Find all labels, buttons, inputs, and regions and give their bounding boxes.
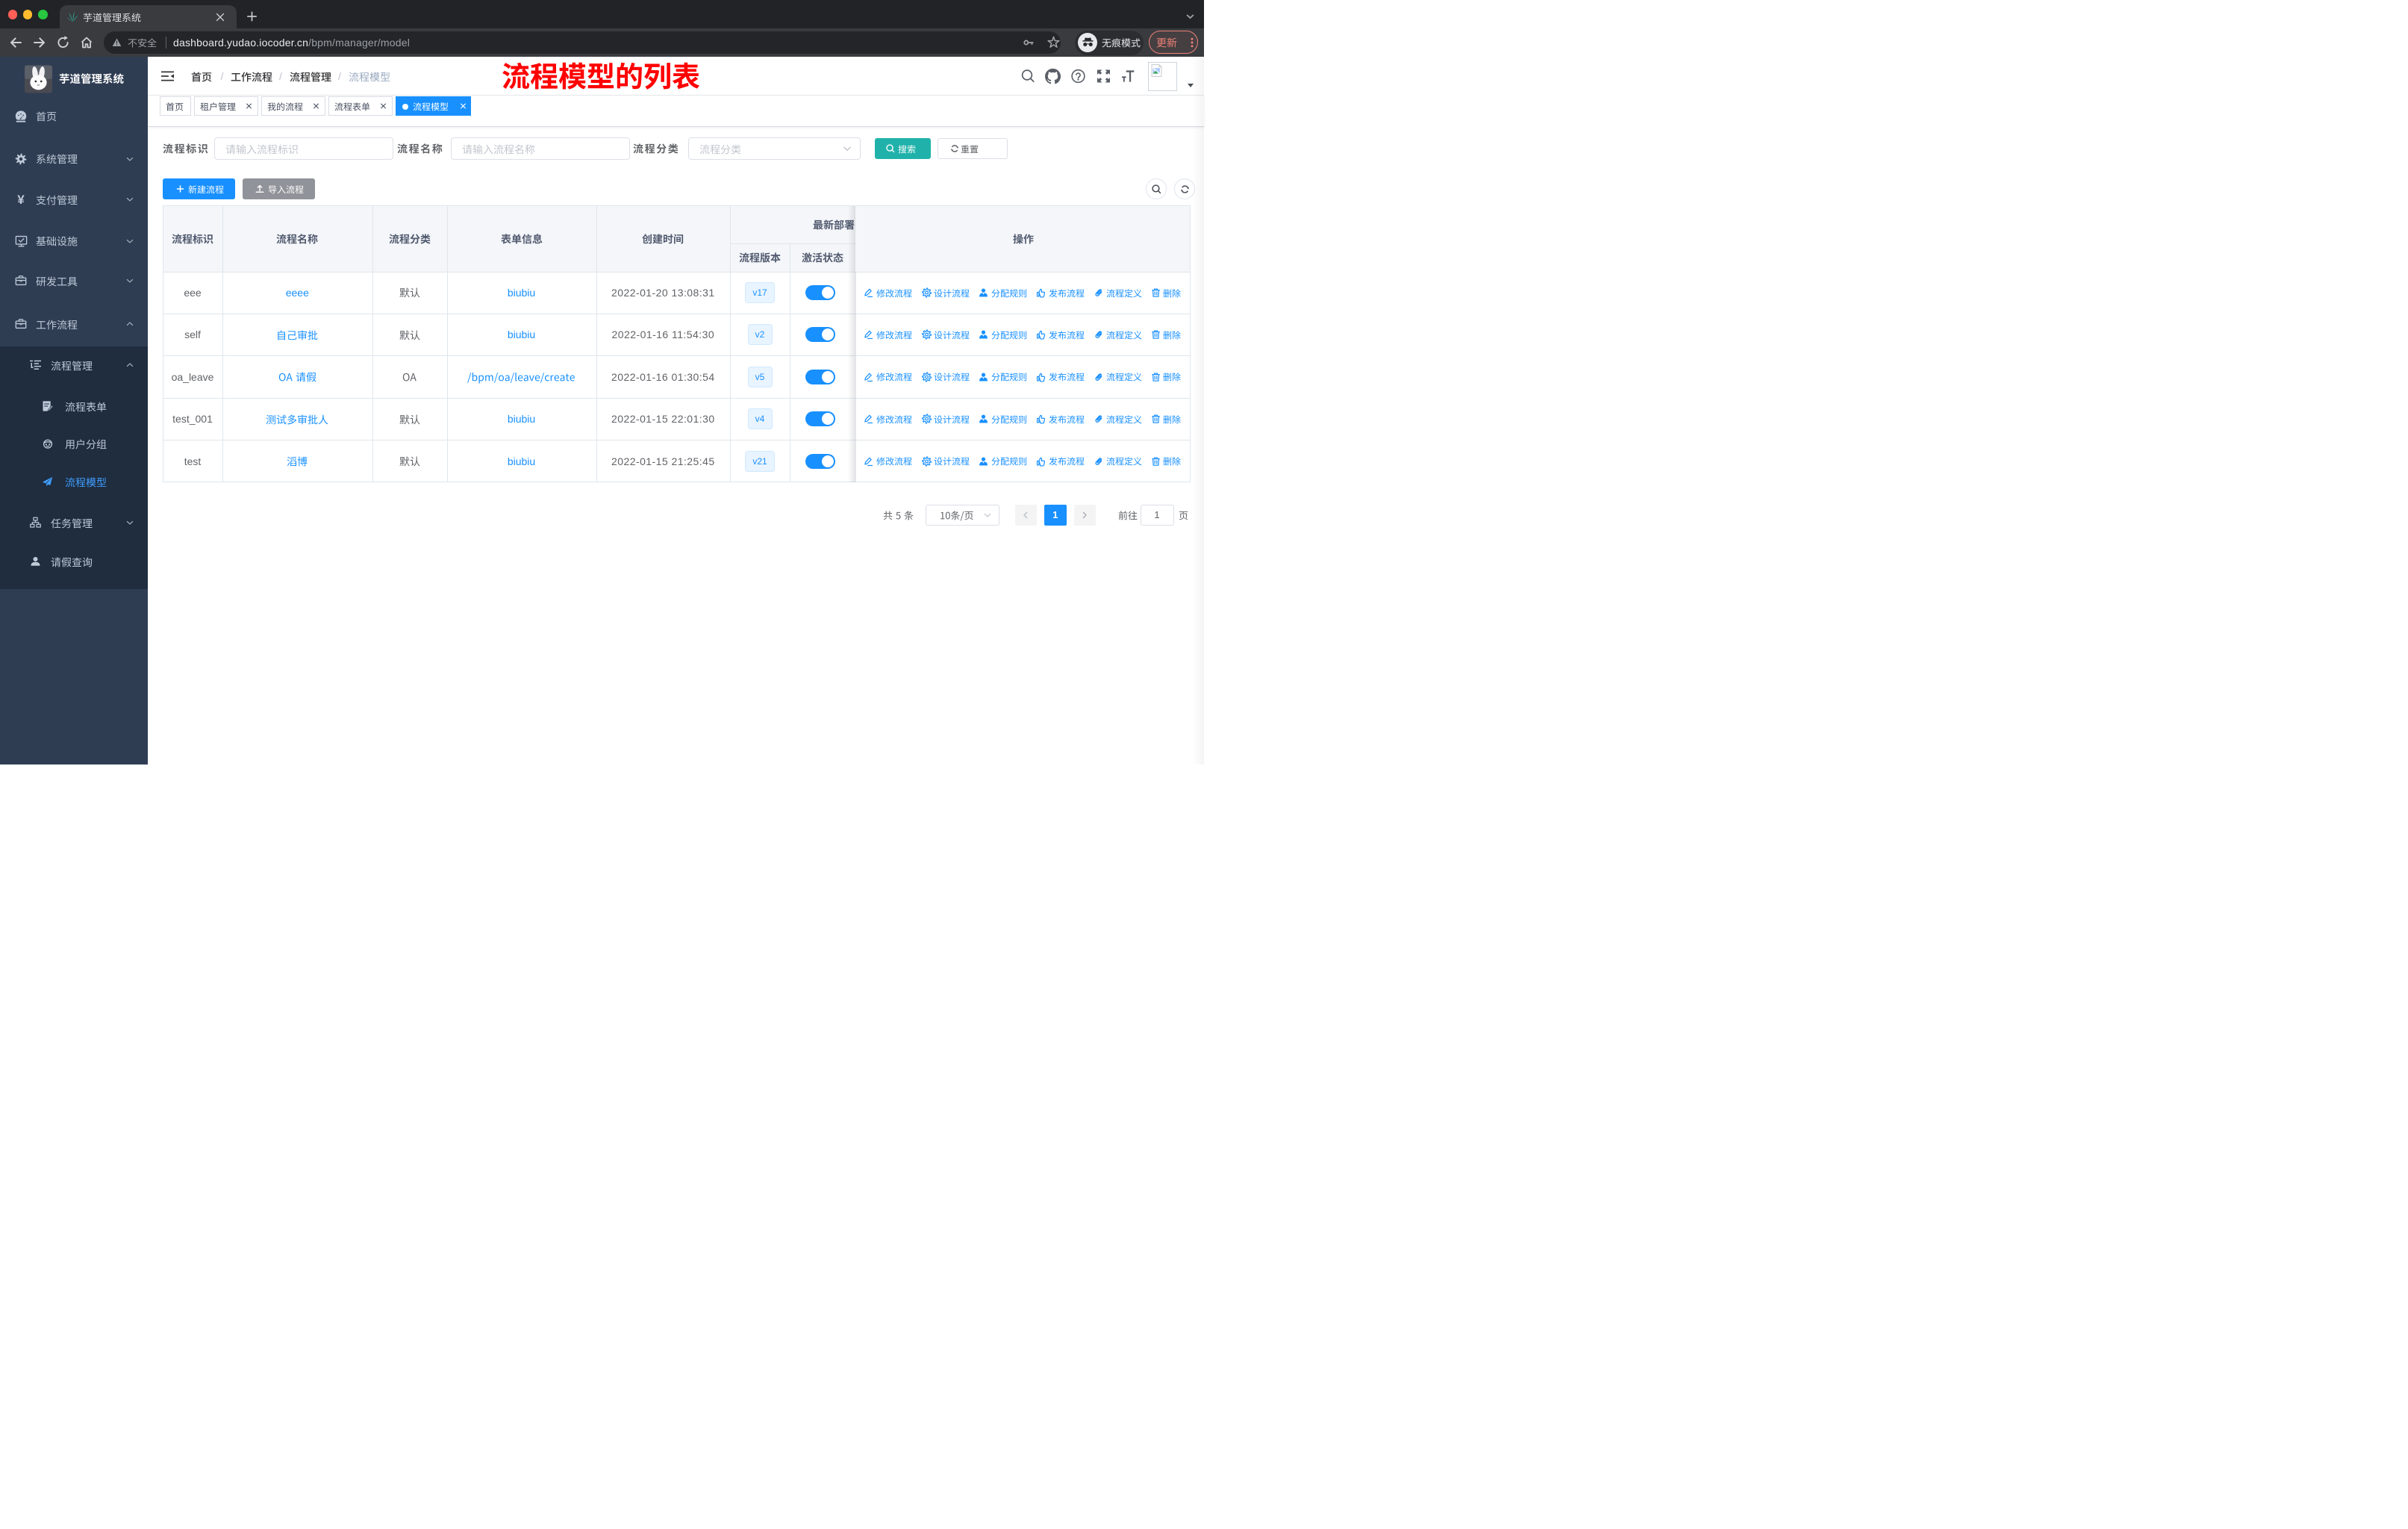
svg-text:¥: ¥: [17, 193, 25, 205]
